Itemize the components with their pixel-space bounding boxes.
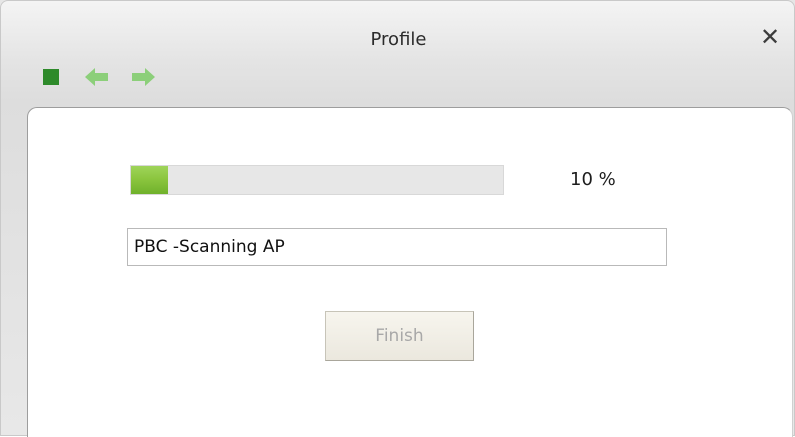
toolbar — [39, 65, 155, 89]
stop-square-icon — [43, 69, 59, 85]
progress-fill — [131, 166, 169, 194]
close-button[interactable]: ✕ — [758, 25, 782, 49]
stop-button[interactable] — [39, 65, 63, 89]
back-button[interactable] — [85, 65, 109, 89]
status-field[interactable] — [127, 228, 667, 266]
window-frame: Profile ✕ 10 % PBC -Scanning AP Finish — [0, 0, 795, 437]
close-icon: ✕ — [759, 23, 781, 51]
progress-bar — [130, 165, 504, 195]
window-title: Profile — [370, 29, 427, 50]
arrow-right-icon — [132, 68, 155, 86]
arrow-left-icon — [85, 68, 108, 86]
progress-percent-label: 10 % — [570, 169, 616, 190]
profile-window: Profile ✕ 10 % PBC -Scanning AP Finish — [0, 0, 795, 437]
content-panel — [27, 107, 793, 437]
title-bar: Profile ✕ — [1, 1, 795, 101]
forward-button[interactable] — [131, 65, 155, 89]
finish-button[interactable]: Finish — [325, 311, 474, 361]
